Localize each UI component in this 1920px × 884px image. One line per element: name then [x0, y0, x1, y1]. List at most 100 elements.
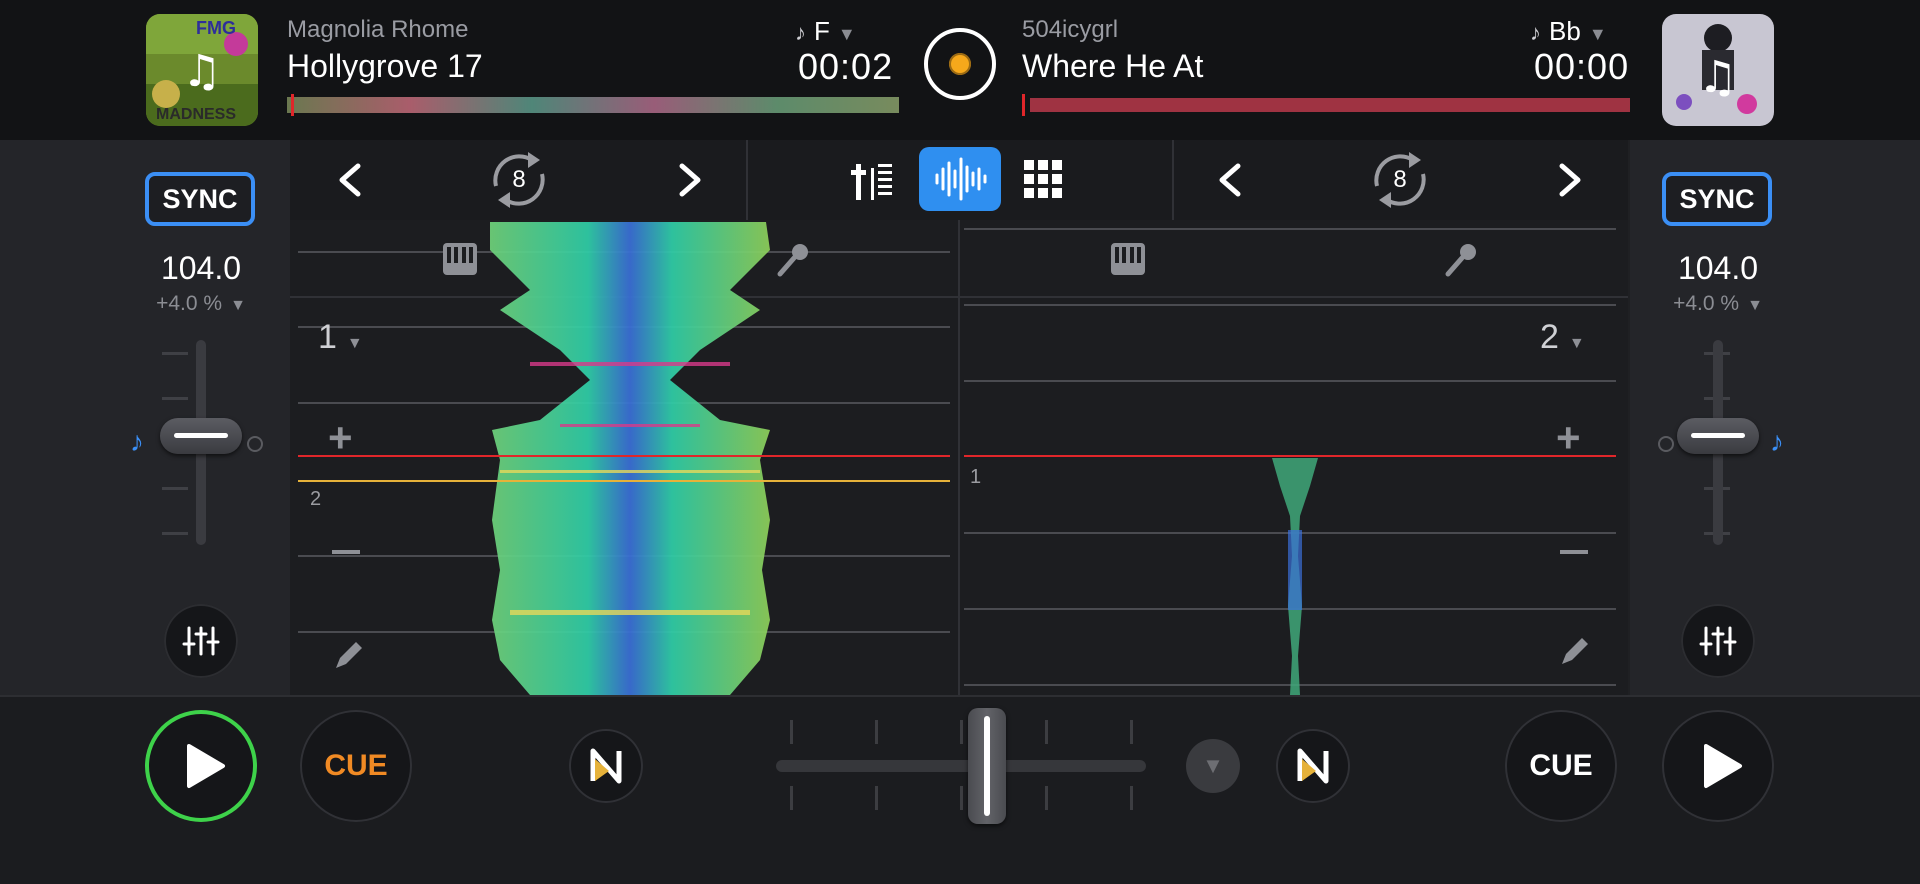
deck-right-artwork[interactable]: ♫: [1662, 14, 1774, 126]
deck-left-edit-button[interactable]: [330, 638, 366, 679]
deck-left-play-button[interactable]: [145, 710, 257, 822]
beat-grid-line: [964, 228, 1616, 230]
deck-right-time: 00:00: [1534, 46, 1630, 87]
microphone-icon: [777, 244, 808, 277]
divider: [1172, 140, 1174, 220]
key-lock-note-icon[interactable]: ♪: [1770, 426, 1784, 458]
crossfader-tick: [1130, 786, 1133, 810]
deck-right-title: Where He At: [1022, 48, 1204, 84]
logo-dot: [949, 53, 971, 75]
beat-grid-line: [964, 380, 1616, 382]
eq-sliders-icon: [182, 626, 220, 656]
waveform-view-icon: [935, 157, 987, 201]
deck-left-sync-button[interactable]: SYNC: [145, 172, 255, 226]
deck-right-pitch-fader-handle[interactable]: [1677, 418, 1759, 454]
piano-icon: [443, 243, 477, 275]
deck-left-instruments-toggle[interactable]: [442, 242, 478, 281]
crossfader-tick: [790, 786, 793, 810]
deck-left-waveform: [490, 222, 770, 695]
pads-view-button[interactable]: [1022, 158, 1066, 202]
deck-left-title: Hollygrove 17: [287, 48, 483, 84]
crossfader-tick: [790, 720, 793, 744]
waveform-view-button[interactable]: [919, 147, 1001, 211]
deck-left-overview-waveform[interactable]: [287, 94, 899, 116]
deck-left-loop-prev-button[interactable]: [330, 158, 370, 202]
crossfader-tick: [1130, 720, 1133, 744]
deck-left-vocals-toggle[interactable]: [776, 242, 810, 283]
deck-left-loop-button[interactable]: 8: [482, 146, 556, 214]
deck-right-bpm[interactable]: 104.0: [1648, 250, 1788, 287]
deck-right-marker-label: 1: [970, 466, 982, 488]
chevron-left-icon: [339, 163, 361, 197]
deck-right-instruments-toggle[interactable]: [1110, 242, 1146, 281]
deck-right-loop-next-button[interactable]: [1550, 158, 1590, 202]
stem-row-divider: [960, 296, 1628, 298]
app-logo-button[interactable]: [924, 28, 996, 100]
crossfader-options-button[interactable]: ▼: [1186, 739, 1240, 793]
crossfader-tick: [1045, 786, 1048, 810]
svg-text:FMG: FMG: [196, 18, 236, 38]
deck-left-neural-mix-button[interactable]: [569, 729, 643, 803]
chevron-down-icon: ▼: [1747, 297, 1763, 314]
deck-right-vocals-toggle[interactable]: [1444, 242, 1478, 283]
deck-right-artist: 504icygrl: [1022, 16, 1119, 43]
play-icon: [1704, 744, 1742, 788]
mixer-view-icon: [851, 164, 892, 200]
deck-right-hotcue-bank[interactable]: 2 ▼: [1540, 318, 1585, 357]
chevron-down-icon: ▼: [1588, 24, 1607, 44]
deck-left-loop-next-button[interactable]: [670, 158, 710, 202]
deck-right-neural-mix-button[interactable]: [1276, 729, 1350, 803]
deck-left-hotcue-bank[interactable]: 1 ▼: [318, 318, 363, 357]
deck-right-edit-button[interactable]: [1556, 634, 1592, 675]
pitch-reset-indicator: [1658, 436, 1674, 452]
deck-left-bpm[interactable]: 104.0: [131, 250, 271, 287]
beat-grid-line: [964, 304, 1616, 306]
deck-right-sync-button[interactable]: SYNC: [1662, 172, 1772, 226]
crossfader-tick: [875, 786, 878, 810]
note-icon: ♪: [1530, 20, 1541, 45]
crossfader-tick: [960, 786, 963, 810]
deck-left-key[interactable]: ♪ F ▼: [795, 16, 856, 47]
pitch-tick: [162, 532, 188, 535]
deck-right-overview-waveform[interactable]: [1022, 94, 1634, 116]
crossfader-handle[interactable]: [967, 708, 1006, 824]
mixer-view-button[interactable]: [846, 156, 902, 204]
deck-left-cue-button[interactable]: CUE: [300, 710, 412, 822]
deck-left-artwork[interactable]: FMG MADNESS ♫: [146, 14, 258, 126]
deck-left-pitch-range[interactable]: +4.0 % ▼: [131, 292, 271, 316]
deck-right-key[interactable]: ♪ Bb ▼: [1530, 16, 1607, 47]
crossfader-tick: [960, 720, 963, 744]
pitch-tick: [162, 397, 188, 400]
deck-right-loop-button[interactable]: 8: [1363, 146, 1437, 214]
neural-mix-icon: [1297, 748, 1329, 784]
deck-right-waveform: [1272, 458, 1318, 695]
deck-left-pitch-fader-handle[interactable]: [160, 418, 242, 454]
deck-right-eq-button[interactable]: [1681, 604, 1755, 678]
key-lock-note-icon[interactable]: ♪: [130, 426, 144, 458]
crossfader-track[interactable]: [776, 760, 1146, 772]
deck-right-zoom-out-button[interactable]: [1560, 550, 1588, 554]
deck-left-waveform-panel[interactable]: 1 ▼ + 2: [290, 220, 958, 695]
note-icon: ♪: [795, 20, 806, 45]
deck-right-waveform-panel[interactable]: 2 ▼ + 1: [960, 220, 1628, 695]
eq-sliders-icon: [1699, 626, 1737, 656]
deck-left-cue-line: [298, 480, 950, 482]
pencil-icon: [1562, 638, 1588, 664]
deck-right-loop-prev-button[interactable]: [1210, 158, 1250, 202]
piano-icon: [1111, 243, 1145, 275]
deck-left-marker-label: 2: [310, 488, 322, 510]
deck-right-loop-size: 8: [1393, 166, 1407, 193]
deck-right-play-button[interactable]: [1662, 710, 1774, 822]
deck-left-zoom-out-button[interactable]: [332, 550, 360, 554]
deck-left-eq-button[interactable]: [164, 604, 238, 678]
crossfader-tick: [875, 720, 878, 744]
deck-right-pitch-range[interactable]: +4.0 % ▼: [1648, 292, 1788, 316]
chevron-down-icon: ▼: [1202, 753, 1224, 778]
pads-grid-icon: [1024, 160, 1062, 198]
deck-left-loop-size: 8: [512, 166, 526, 193]
microphone-icon: [1445, 244, 1476, 277]
pitch-tick: [162, 487, 188, 490]
chevron-left-icon: [1219, 163, 1241, 197]
divider: [746, 140, 748, 220]
deck-right-cue-button[interactable]: CUE: [1505, 710, 1617, 822]
